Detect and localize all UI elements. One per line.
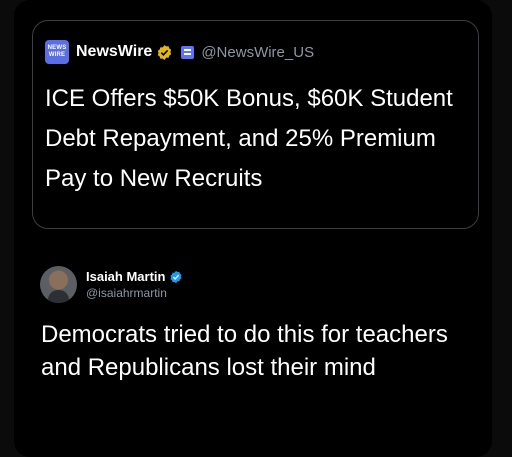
gold-verified-badge-icon: [158, 44, 172, 60]
author-name[interactable]: Isaiah Martin: [86, 269, 165, 284]
blue-verified-badge-icon: [170, 270, 182, 283]
quoted-account-name[interactable]: NewsWire: [76, 43, 152, 61]
quoted-account-handle[interactable]: @NewsWire_US: [201, 44, 314, 61]
author-info: Isaiah Martin @isaiahrmartin: [86, 269, 183, 300]
avatar[interactable]: [40, 266, 77, 303]
newswire-logo-icon[interactable]: NEWS WIRE: [45, 40, 69, 64]
post-text: Democrats tried to do this for teachers …: [41, 321, 448, 381]
author-name-line: Isaiah Martin: [86, 269, 183, 284]
quoted-post-header: NEWS WIRE NewsWire @NewsWire_US: [45, 39, 314, 65]
post-author: Isaiah Martin @isaiahrmartin: [40, 266, 183, 303]
quoted-post-text: ICE Offers $50K Bonus, $60K Student Debt…: [45, 85, 453, 192]
author-handle[interactable]: @isaiahrmartin: [86, 286, 183, 300]
quoted-post-card[interactable]: NEWS WIRE NewsWire @NewsWire_US ICE Offe…: [32, 20, 479, 229]
affiliate-id-icon: [181, 45, 195, 59]
